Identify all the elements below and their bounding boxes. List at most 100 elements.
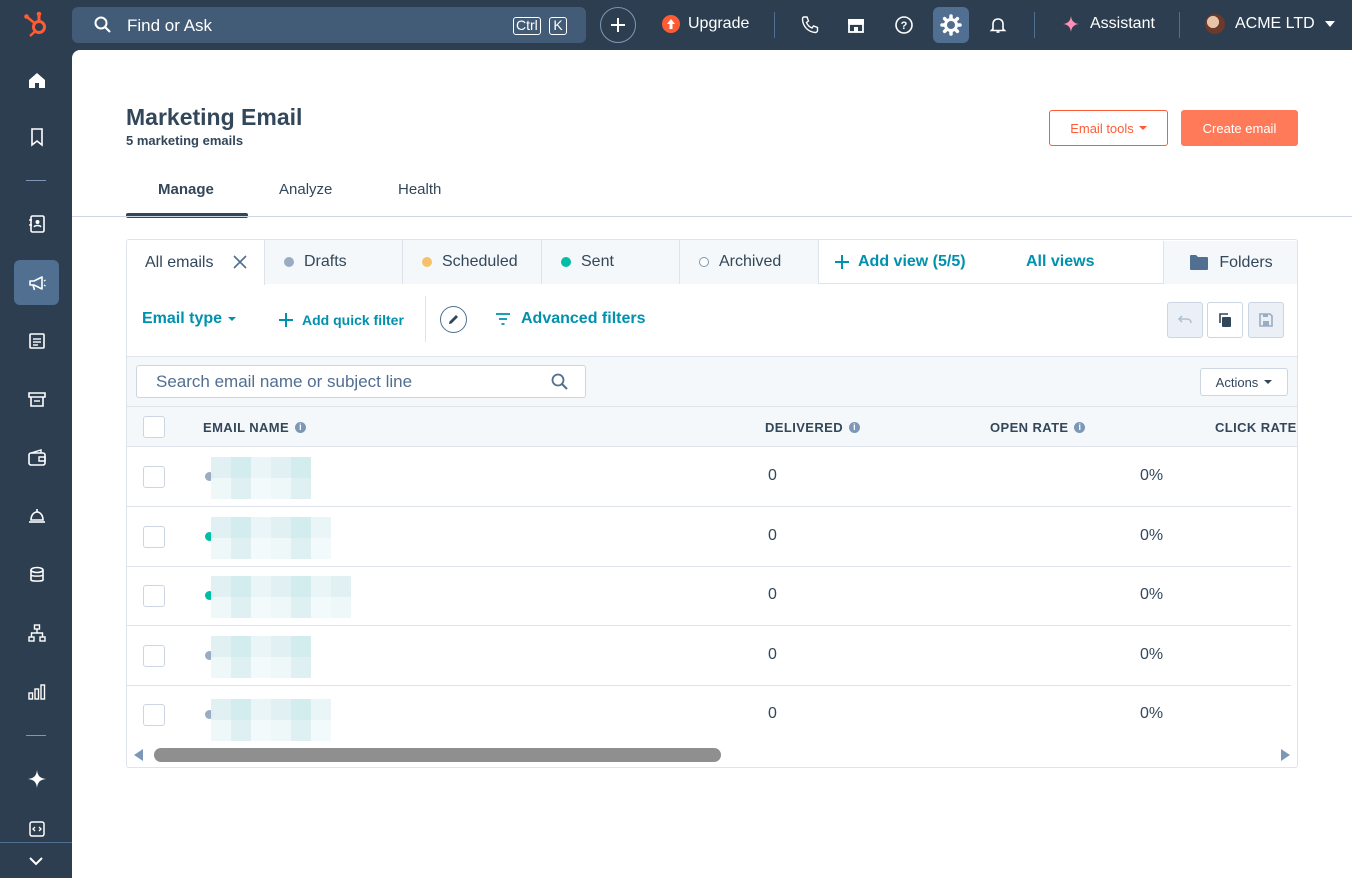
create-new-button[interactable]: [600, 7, 636, 43]
row-checkbox[interactable]: [143, 526, 165, 548]
sidebar-item-data[interactable]: [14, 552, 59, 597]
edit-filters-button[interactable]: [440, 306, 467, 333]
sidebar-item-developer[interactable]: [14, 814, 59, 844]
megaphone-icon: [28, 275, 46, 290]
email-search-input[interactable]: Search email name or subject line: [136, 365, 586, 398]
select-all-checkbox[interactable]: [143, 416, 165, 438]
tab-analyze[interactable]: Analyze: [279, 181, 332, 198]
sidebar-expand-button[interactable]: [0, 842, 72, 878]
status-dot: [699, 257, 709, 267]
sidebar-item-bookmarks[interactable]: [14, 114, 59, 159]
global-search-box[interactable]: Find or Ask Ctrl K: [72, 7, 586, 43]
info-icon[interactable]: i: [849, 422, 861, 433]
view-tab-label: Scheduled: [442, 253, 518, 270]
status-dot: [284, 257, 294, 267]
info-icon[interactable]: i: [1074, 422, 1086, 433]
tab-manage[interactable]: Manage: [158, 181, 214, 198]
hubspot-logo-icon[interactable]: [22, 10, 52, 40]
view-tab-drafts[interactable]: Drafts: [265, 240, 403, 284]
email-name-redacted[interactable]: [211, 517, 331, 559]
filter-lines-icon: [496, 313, 510, 325]
assistant-label: Assistant: [1090, 15, 1155, 32]
save-view-button[interactable]: [1248, 302, 1284, 338]
table-row[interactable]: 0 0%: [127, 626, 1291, 686]
main-content: Marketing Email 5 marketing emails Email…: [72, 50, 1352, 878]
view-tab-label: All emails: [145, 253, 214, 271]
plus-icon: [835, 255, 849, 269]
service-bell-icon: [28, 508, 45, 523]
close-icon[interactable]: [233, 255, 247, 269]
column-label: CLICK RATE: [1215, 420, 1297, 435]
scroll-left-arrow[interactable]: [134, 749, 143, 761]
sparkle-icon: [1063, 16, 1079, 32]
tab-health[interactable]: Health: [398, 181, 441, 198]
bell-icon[interactable]: [986, 13, 1010, 37]
sidebar-item-service[interactable]: [14, 493, 59, 538]
view-tab-scheduled[interactable]: Scheduled: [403, 240, 542, 284]
table-row[interactable]: 0 0%: [127, 685, 1291, 745]
actions-dropdown[interactable]: Actions: [1200, 368, 1288, 396]
sidebar-item-automation[interactable]: [14, 610, 59, 655]
phone-icon[interactable]: [798, 13, 822, 37]
info-icon[interactable]: i: [295, 422, 307, 433]
sidebar-item-home[interactable]: [14, 57, 59, 102]
row-checkbox[interactable]: [143, 585, 165, 607]
email-name-redacted[interactable]: [211, 636, 311, 678]
scrollbar-thumb[interactable]: [154, 748, 721, 762]
sidebar-item-breeze[interactable]: [14, 756, 59, 801]
upgrade-button[interactable]: Upgrade: [662, 15, 749, 33]
column-open-rate[interactable]: OPEN RATE i: [990, 420, 1086, 435]
left-sidebar: [0, 50, 72, 878]
email-tools-button[interactable]: Email tools: [1049, 110, 1168, 146]
horizontal-scrollbar[interactable]: [127, 743, 1297, 767]
search-icon: [94, 16, 112, 39]
scroll-right-arrow[interactable]: [1281, 749, 1290, 761]
status-dot: [422, 257, 432, 267]
table-row[interactable]: 0 0%: [127, 507, 1291, 567]
email-name-redacted[interactable]: [211, 457, 311, 499]
table-row[interactable]: 0 0%: [127, 566, 1291, 626]
settings-button[interactable]: [933, 7, 969, 43]
email-type-filter[interactable]: Email type: [142, 310, 237, 328]
sidebar-item-reporting[interactable]: [14, 669, 59, 714]
email-name-redacted[interactable]: [211, 699, 331, 741]
all-views-link[interactable]: All views: [1026, 253, 1094, 271]
email-tools-label: Email tools: [1070, 120, 1134, 136]
sidebar-item-crm[interactable]: [14, 201, 59, 246]
folders-label: Folders: [1219, 253, 1273, 271]
folders-button[interactable]: Folders: [1163, 241, 1297, 284]
delivered-value: 0: [768, 646, 777, 663]
row-checkbox[interactable]: [143, 704, 165, 726]
delivered-value: 0: [768, 527, 777, 544]
column-email-name[interactable]: EMAIL NAME i: [203, 420, 307, 435]
reset-view-button[interactable]: [1167, 302, 1203, 338]
column-click-rate[interactable]: CLICK RATE: [1215, 420, 1297, 435]
advanced-filters-button[interactable]: Advanced filters: [495, 310, 645, 328]
open-rate-value: 0%: [1140, 705, 1164, 722]
add-view-label: Add view (5/5): [858, 253, 966, 270]
email-name-redacted[interactable]: [211, 576, 351, 618]
upgrade-arrow-icon: [662, 15, 680, 33]
assistant-button[interactable]: Assistant: [1062, 15, 1155, 33]
marketplace-icon[interactable]: [844, 13, 868, 37]
table-row[interactable]: 0 0%: [127, 447, 1291, 507]
clone-view-button[interactable]: [1207, 302, 1243, 338]
view-tab-all-emails[interactable]: All emails: [127, 240, 265, 285]
add-quick-filter-button[interactable]: Add quick filter: [279, 312, 404, 328]
view-tab-sent[interactable]: Sent: [542, 240, 680, 284]
row-checkbox[interactable]: [143, 645, 165, 667]
view-tab-label: Sent: [581, 253, 614, 270]
contacts-icon: [28, 214, 45, 233]
create-email-button[interactable]: Create email: [1181, 110, 1298, 146]
sidebar-item-content[interactable]: [14, 318, 59, 363]
view-tab-archived[interactable]: Archived: [680, 240, 819, 284]
sidebar-item-commerce[interactable]: [14, 376, 59, 421]
sidebar-item-marketing[interactable]: [14, 260, 59, 305]
caret-down-icon: [1264, 380, 1273, 384]
column-delivered[interactable]: DELIVERED i: [765, 420, 861, 435]
row-checkbox[interactable]: [143, 466, 165, 488]
account-menu[interactable]: ACME LTD: [1205, 14, 1335, 34]
sidebar-item-payments[interactable]: [14, 435, 59, 480]
help-icon[interactable]: ?: [892, 13, 916, 37]
add-view-button[interactable]: Add view (5/5): [834, 253, 966, 271]
